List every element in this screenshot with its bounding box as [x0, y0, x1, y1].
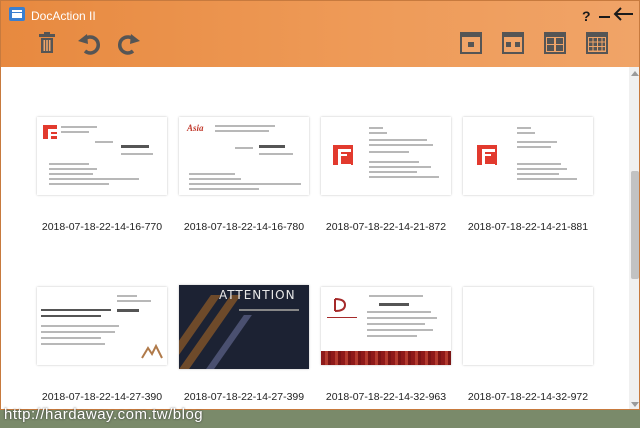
app-window: DocAction II ? 2018-07-18-22-14-16-770 A…	[0, 0, 640, 410]
thumbnail-caption: 2018-07-18-22-14-21-872	[325, 221, 447, 233]
many-grid-view-icon[interactable]	[585, 31, 609, 55]
redo-icon[interactable]	[117, 31, 141, 55]
business-card-thumbnail: Asia	[179, 117, 309, 195]
scrollbar-thumb[interactable]	[631, 171, 639, 279]
help-button[interactable]: ?	[582, 8, 591, 24]
trash-icon[interactable]	[35, 31, 59, 55]
thumbnail-area: 2018-07-18-22-14-16-770 Asia 2018-07-18-…	[1, 67, 629, 409]
thumbnail-caption: 2018-07-18-22-14-16-770	[41, 221, 163, 233]
app-logo-icon	[9, 7, 25, 21]
scroll-up-arrow-icon[interactable]	[631, 71, 639, 76]
mountain-logo-icon	[141, 343, 163, 359]
card-decorative-band	[321, 351, 451, 365]
company-logo-icon	[477, 145, 497, 167]
thumbnail-caption: 2018-07-18-22-14-21-881	[467, 221, 589, 233]
thumbnail-caption: 2018-07-18-22-14-32-972	[467, 391, 589, 403]
business-card-thumbnail	[321, 287, 451, 365]
window-title: DocAction II	[31, 9, 96, 23]
two-column-view-icon[interactable]	[501, 31, 525, 55]
business-card-thumbnail	[37, 117, 167, 195]
thumbnail-caption: 2018-07-18-22-14-27-399	[183, 391, 305, 403]
vertical-scrollbar[interactable]	[629, 67, 639, 409]
thumbnail-item[interactable]: 2018-07-18-22-14-21-872	[321, 117, 451, 233]
scroll-down-arrow-icon[interactable]	[631, 402, 639, 407]
business-card-thumbnail: ATTENTION	[179, 285, 309, 369]
business-card-thumbnail	[463, 117, 593, 195]
business-card-thumbnail	[37, 287, 167, 365]
undo-icon[interactable]	[77, 31, 101, 55]
toolbar: DocAction II ?	[1, 1, 639, 67]
thumbnail-item[interactable]: 2018-07-18-22-14-27-390	[37, 287, 167, 403]
company-logo-icon	[334, 298, 347, 312]
card-logo-text: ATTENTION	[219, 288, 296, 302]
thumbnail-item[interactable]: 2018-07-18-22-14-21-881	[463, 117, 593, 233]
thumbnail-item[interactable]: 2018-07-18-22-14-32-972	[463, 287, 593, 403]
thumbnail-caption: 2018-07-18-22-14-16-780	[183, 221, 305, 233]
four-grid-view-icon[interactable]	[543, 31, 567, 55]
thumbnail-item[interactable]: ATTENTION 2018-07-18-22-14-27-399	[179, 285, 309, 403]
business-card-thumbnail	[321, 117, 451, 195]
company-logo-icon	[333, 145, 353, 167]
thumbnail-caption: 2018-07-18-22-14-32-963	[325, 391, 447, 403]
thumbnail-item[interactable]: 2018-07-18-22-14-16-770	[37, 117, 167, 233]
single-view-icon[interactable]	[459, 31, 483, 55]
thumbnail-caption: 2018-07-18-22-14-27-390	[41, 391, 163, 403]
watermark-text: http://hardaway.com.tw/blog	[4, 406, 204, 423]
back-arrow-icon[interactable]	[612, 5, 634, 23]
thumbnail-item[interactable]: Asia 2018-07-18-22-14-16-780	[179, 117, 309, 233]
business-card-thumbnail	[463, 287, 593, 365]
thumbnail-item[interactable]: 2018-07-18-22-14-32-963	[321, 287, 451, 403]
minimize-button[interactable]	[599, 16, 610, 18]
company-logo-icon	[43, 125, 61, 147]
